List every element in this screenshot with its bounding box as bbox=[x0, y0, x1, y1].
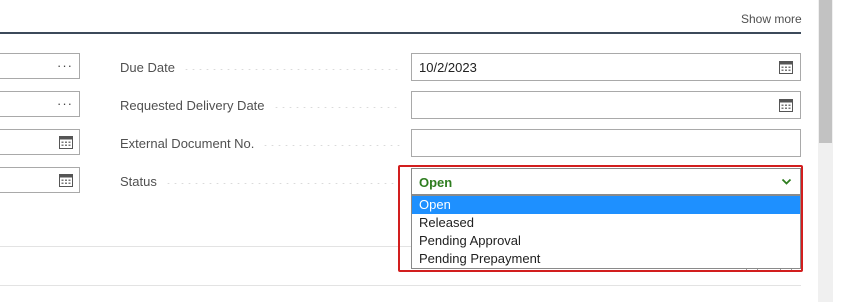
due-date-field[interactable]: 10/2/2023 bbox=[411, 53, 801, 81]
requested-delivery-date-field[interactable] bbox=[411, 91, 801, 119]
calendar-icon[interactable] bbox=[779, 60, 793, 74]
leader-dots bbox=[164, 182, 400, 184]
header-divider bbox=[0, 32, 801, 34]
leader-dots bbox=[182, 68, 400, 70]
ellipsis-icon[interactable]: ··· bbox=[57, 96, 73, 111]
status-label: Status bbox=[120, 171, 400, 191]
due-date-label: Due Date bbox=[120, 57, 400, 77]
section-divider bbox=[0, 285, 801, 286]
calendar-icon[interactable] bbox=[59, 135, 73, 149]
left-date-field-2[interactable] bbox=[0, 167, 80, 193]
leader-dots bbox=[272, 106, 400, 108]
left-lookup-field-2[interactable]: ··· bbox=[0, 91, 80, 117]
calendar-icon[interactable] bbox=[59, 173, 73, 187]
due-date-value[interactable]: 10/2/2023 bbox=[419, 60, 477, 75]
scrollbar-thumb[interactable] bbox=[819, 0, 832, 143]
highlight-annotation bbox=[398, 165, 803, 272]
ellipsis-icon[interactable]: ··· bbox=[57, 58, 73, 73]
left-lookup-field-1[interactable]: ··· bbox=[0, 53, 80, 79]
external-document-no-field[interactable] bbox=[411, 129, 801, 157]
calendar-icon[interactable] bbox=[779, 98, 793, 112]
left-date-field-1[interactable] bbox=[0, 129, 80, 155]
show-more-link[interactable]: Show more bbox=[741, 12, 802, 26]
external-document-no-label: External Document No. bbox=[120, 133, 400, 153]
leader-dots bbox=[262, 144, 400, 146]
requested-delivery-date-label: Requested Delivery Date bbox=[120, 95, 400, 115]
